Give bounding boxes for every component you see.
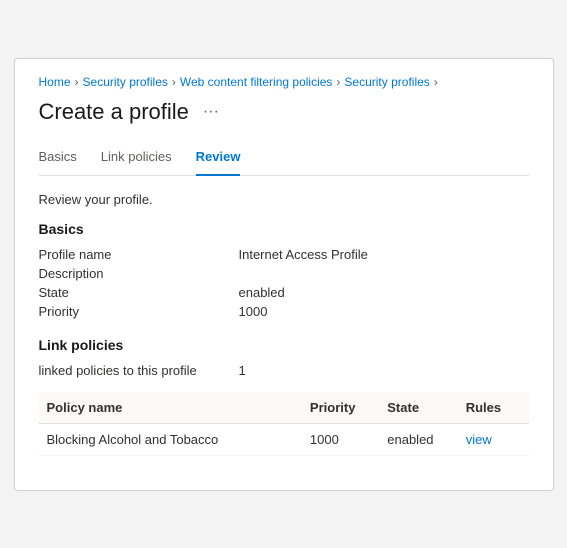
link-policies-section: Link policies linked policies to this pr… [39, 337, 529, 456]
col-priority: Priority [310, 392, 387, 424]
link-policies-heading: Link policies [39, 337, 529, 353]
policy-table: Policy name Priority State Rules Blockin… [39, 392, 529, 456]
basics-section: Basics Profile name Internet Access Prof… [39, 221, 529, 319]
breadcrumb: Home › Security profiles › Web content f… [39, 75, 529, 89]
field-state-value: enabled [239, 285, 285, 300]
breadcrumb-security-profiles-1[interactable]: Security profiles [83, 75, 168, 89]
page-title: Create a profile [39, 99, 189, 125]
review-subtitle: Review your profile. [39, 192, 529, 207]
linked-policies-count: 1 [239, 363, 246, 378]
field-priority-label: Priority [39, 304, 239, 319]
field-profile-name: Profile name Internet Access Profile [39, 247, 529, 262]
linked-policies-label: linked policies to this profile [39, 363, 239, 378]
tab-bar: Basics Link policies Review [39, 141, 529, 176]
field-state: State enabled [39, 285, 529, 300]
main-window: Home › Security profiles › Web content f… [14, 58, 554, 491]
field-profile-name-value: Internet Access Profile [239, 247, 368, 262]
cell-rules-link[interactable]: view [466, 423, 529, 455]
page-title-row: Create a profile ··· [39, 99, 529, 125]
breadcrumb-sep-2: › [172, 75, 176, 89]
breadcrumb-sep-1: › [75, 75, 79, 89]
breadcrumb-sep-4: › [434, 75, 438, 89]
col-rules: Rules [466, 392, 529, 424]
field-description-label: Description [39, 266, 239, 281]
field-profile-name-label: Profile name [39, 247, 239, 262]
tab-link-policies[interactable]: Link policies [101, 141, 172, 176]
field-priority: Priority 1000 [39, 304, 529, 319]
tab-review[interactable]: Review [196, 141, 241, 176]
breadcrumb-web-content[interactable]: Web content filtering policies [180, 75, 333, 89]
field-state-label: State [39, 285, 239, 300]
breadcrumb-sep-3: › [336, 75, 340, 89]
basics-heading: Basics [39, 221, 529, 237]
breadcrumb-security-profiles-2[interactable]: Security profiles [344, 75, 429, 89]
linked-policies-row: linked policies to this profile 1 [39, 363, 529, 378]
field-description: Description [39, 266, 529, 281]
col-state: State [387, 392, 465, 424]
more-options-button[interactable]: ··· [199, 101, 223, 123]
field-priority-value: 1000 [239, 304, 268, 319]
breadcrumb-home[interactable]: Home [39, 75, 71, 89]
cell-policy-name: Blocking Alcohol and Tobacco [39, 423, 310, 455]
table-row: Blocking Alcohol and Tobacco 1000 enable… [39, 423, 529, 455]
col-policy-name: Policy name [39, 392, 310, 424]
rules-view-link[interactable]: view [466, 432, 492, 447]
tab-basics[interactable]: Basics [39, 141, 77, 176]
cell-priority: 1000 [310, 423, 387, 455]
table-header-row: Policy name Priority State Rules [39, 392, 529, 424]
cell-state: enabled [387, 423, 465, 455]
